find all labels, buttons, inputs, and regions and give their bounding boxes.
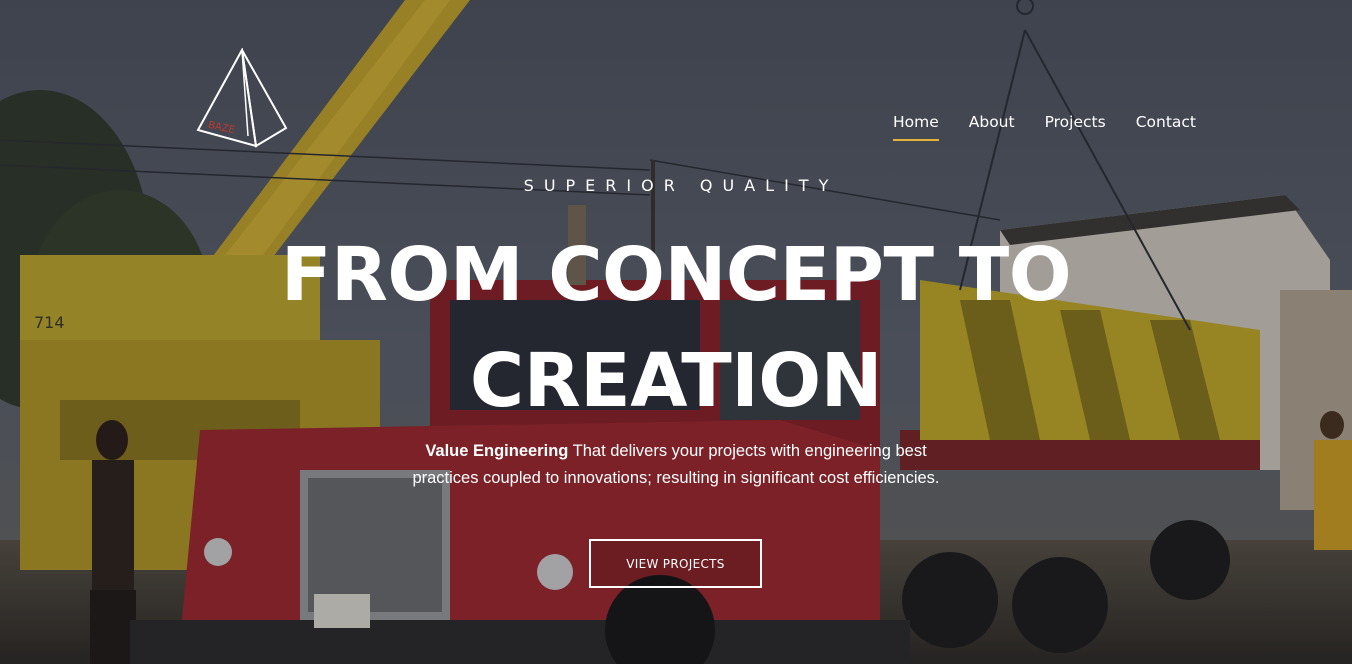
hero-description: Value Engineering That delivers your pro…	[406, 438, 946, 492]
nav-contact[interactable]: Contact	[1136, 113, 1196, 140]
nav-projects[interactable]: Projects	[1045, 113, 1106, 140]
hero-headline: FROM CONCEPT TO CREATION	[0, 222, 1352, 434]
hero-headline-line1: FROM CONCEPT TO	[280, 232, 1072, 318]
pyramid-icon	[196, 48, 288, 148]
hero-headline-line2: CREATION	[469, 338, 883, 424]
view-projects-button[interactable]: VIEW PROJECTS	[589, 539, 762, 588]
nav-about[interactable]: About	[969, 113, 1015, 140]
main-nav: Home About Projects Contact	[892, 113, 1196, 141]
nav-home[interactable]: Home	[892, 113, 939, 141]
hero-description-lead: Value Engineering	[425, 442, 569, 460]
hero-kicker: SUPERIOR QUALITY	[523, 176, 839, 195]
hero-section: 714 BAZE Home About Projects Contact SUP…	[0, 0, 1352, 664]
brand-logo[interactable]: BAZE	[194, 48, 290, 150]
